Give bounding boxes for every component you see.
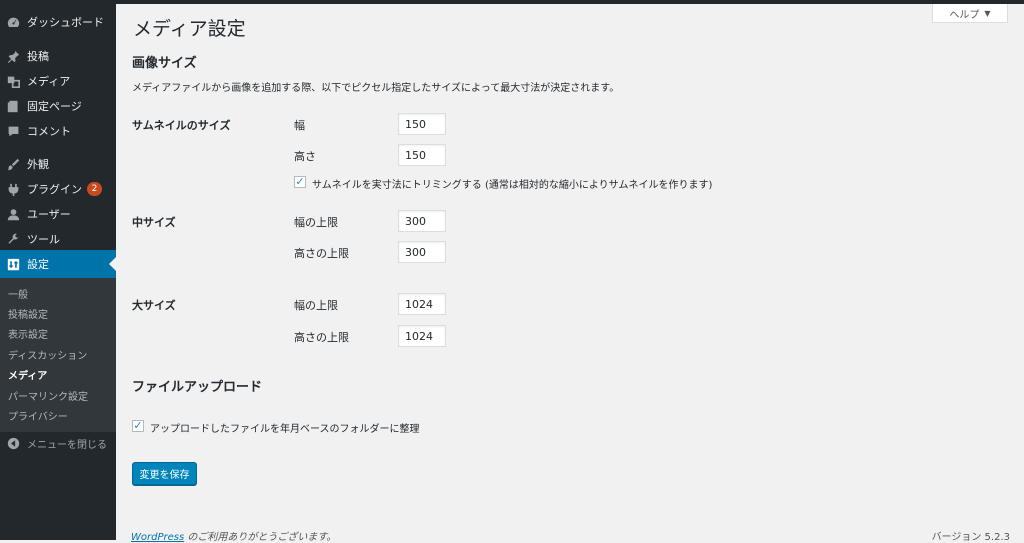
submenu-item-media[interactable]: メディア [8, 367, 47, 382]
page-title: メディア設定 [133, 18, 246, 40]
collapse-arrow-icon [6, 436, 20, 450]
settings-icon [6, 257, 20, 271]
thumbnail-width-label: 幅 [294, 119, 305, 132]
tools-icon [6, 232, 20, 246]
submenu-item-reading[interactable]: 表示設定 [8, 326, 48, 341]
help-tab-button[interactable]: ヘルプ ▼ [932, 4, 1008, 23]
main-content: ヘルプ ▼ メディア設定 画像サイズ メディアファイルから画像を追加する際、以下… [116, 0, 1024, 543]
checkmark-icon: ✓ [133, 419, 143, 432]
medium-max-height-input[interactable] [398, 241, 446, 263]
large-max-width-input[interactable] [398, 293, 446, 315]
submenu-item-permalinks[interactable]: パーマリンク設定 [8, 388, 88, 403]
pin-icon [6, 49, 20, 63]
save-changes-button[interactable]: 変更を保存 [132, 462, 197, 485]
image-sizes-description: メディアファイルから画像を追加する際、以下でピクセル指定したサイズによって最大寸… [132, 83, 620, 94]
thumbnail-size-label: サムネイルのサイズ [132, 119, 231, 132]
help-label: ヘルプ [949, 9, 980, 21]
thumbnail-height-label: 高さ [294, 150, 316, 163]
thumbnail-width-input[interactable] [398, 113, 446, 135]
media-icon [6, 74, 20, 88]
thumbnail-crop-checkbox[interactable]: ✓ [294, 176, 306, 188]
sidebar-item-label: ツール [27, 233, 60, 246]
sidebar-item-dashboard[interactable]: ダッシュボード [0, 11, 116, 33]
submenu-item-privacy[interactable]: プライバシー [8, 408, 68, 423]
sidebar-item-plugins[interactable]: プラグイン 2 [0, 178, 116, 200]
sidebar-item-label: ユーザー [27, 208, 71, 221]
sidebar-item-label: プラグイン [27, 183, 82, 196]
page-icon [6, 99, 20, 113]
sidebar-item-label: 投稿 [27, 50, 49, 63]
sidebar-item-tools[interactable]: ツール [0, 228, 116, 250]
sidebar-item-pages[interactable]: 固定ページ [0, 95, 116, 117]
file-upload-heading: ファイルアップロード [132, 380, 263, 395]
footer-thanks: WordPress のご利用ありがとうございます。 [131, 528, 336, 543]
user-icon [6, 207, 20, 221]
sidebar-item-label: コメント [27, 125, 71, 138]
sidebar-item-settings[interactable]: 設定 [0, 250, 116, 278]
collapse-menu-label: メニューを閉じる [27, 439, 107, 451]
sidebar-item-label: 外観 [27, 158, 49, 171]
sidebar-item-label: ダッシュボード [27, 16, 104, 29]
wordpress-link[interactable]: WordPress [131, 532, 184, 543]
medium-max-width-input[interactable] [398, 210, 446, 232]
caret-down-icon: ▼ [984, 8, 991, 18]
sidebar-item-posts[interactable]: 投稿 [0, 45, 116, 67]
collapse-menu-button[interactable]: メニューを閉じる [0, 432, 116, 454]
medium-max-width-label: 幅の上限 [294, 216, 338, 229]
large-size-label: 大サイズ [132, 299, 176, 312]
footer-thanks-text: のご利用ありがとうございます。 [184, 532, 337, 543]
organize-uploads-checkbox[interactable]: ✓ [132, 420, 144, 432]
admin-sidebar: ダッシュボード 投稿 メディア 固定ページ コメント 外観 プラグイン 2 ユー… [0, 0, 116, 540]
large-max-width-label: 幅の上限 [294, 299, 338, 312]
comment-icon [6, 124, 20, 138]
plugin-icon [6, 182, 20, 196]
submenu-item-general[interactable]: 一般 [8, 286, 28, 301]
sidebar-item-comments[interactable]: コメント [0, 120, 116, 142]
appearance-icon [6, 157, 20, 171]
footer-version: バージョン 5.2.3 [931, 532, 1010, 543]
update-count-badge: 2 [87, 182, 102, 196]
settings-submenu: 一般 投稿設定 表示設定 ディスカッション メディア パーマリンク設定 プライバ… [0, 278, 116, 432]
sidebar-item-media[interactable]: メディア [0, 70, 116, 92]
submenu-item-writing[interactable]: 投稿設定 [8, 306, 48, 321]
sidebar-item-users[interactable]: ユーザー [0, 203, 116, 225]
sidebar-item-appearance[interactable]: 外観 [0, 153, 116, 175]
admin-bar [116, 0, 1024, 4]
thumbnail-height-input[interactable] [398, 144, 446, 166]
organize-uploads-label: アップロードしたファイルを年月ベースのフォルダーに整理 [150, 424, 420, 435]
large-max-height-label: 高さの上限 [294, 331, 349, 344]
sidebar-item-label: 固定ページ [27, 100, 82, 113]
submenu-item-discussion[interactable]: ディスカッション [8, 347, 87, 362]
thumbnail-crop-label: サムネイルを実寸法にトリミングする (通常は相対的な縮小によりサムネイルを作りま… [312, 180, 713, 191]
dashboard-icon [6, 15, 20, 29]
large-max-height-input[interactable] [398, 325, 446, 347]
medium-max-height-label: 高さの上限 [294, 247, 349, 260]
medium-size-label: 中サイズ [132, 216, 176, 229]
sidebar-item-label: 設定 [27, 258, 49, 271]
image-sizes-heading: 画像サイズ [132, 56, 197, 71]
checkmark-icon: ✓ [295, 175, 305, 188]
sidebar-item-label: メディア [27, 75, 71, 88]
